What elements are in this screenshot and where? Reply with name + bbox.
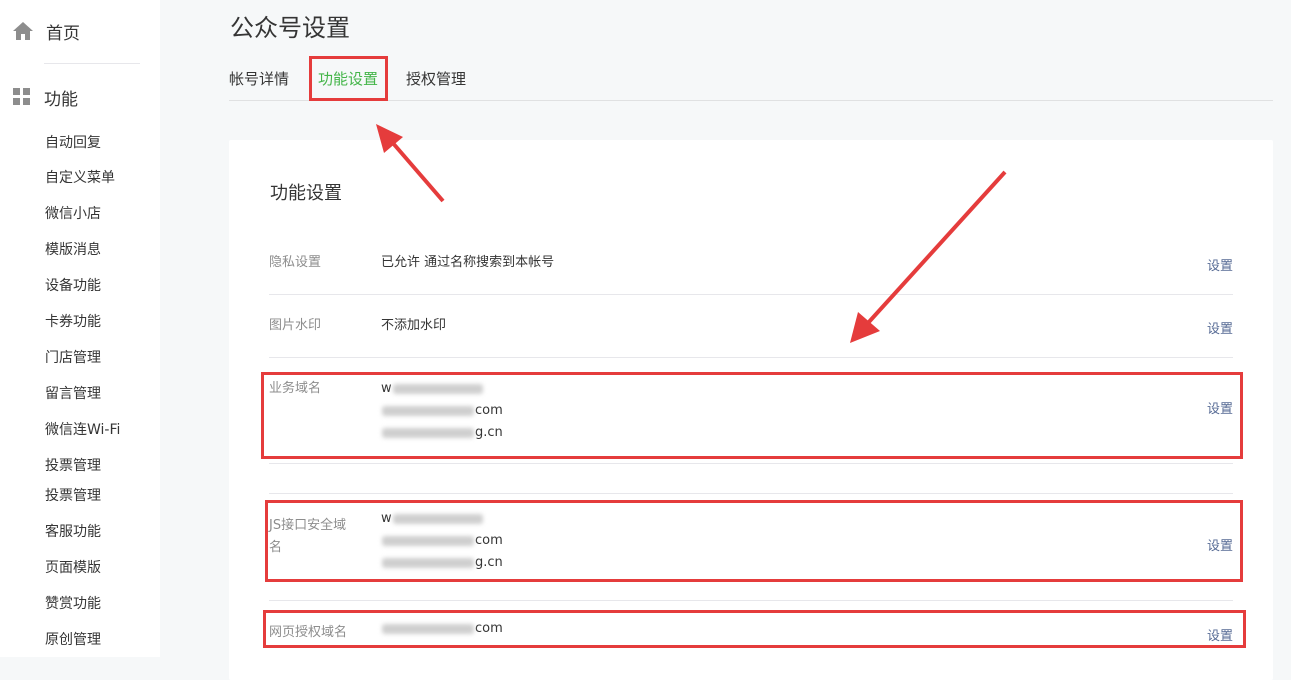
annotation-arrow-icon xyxy=(376,124,445,203)
annotation-arrow-icon xyxy=(850,170,1007,343)
annotation-arrows xyxy=(376,124,1007,343)
